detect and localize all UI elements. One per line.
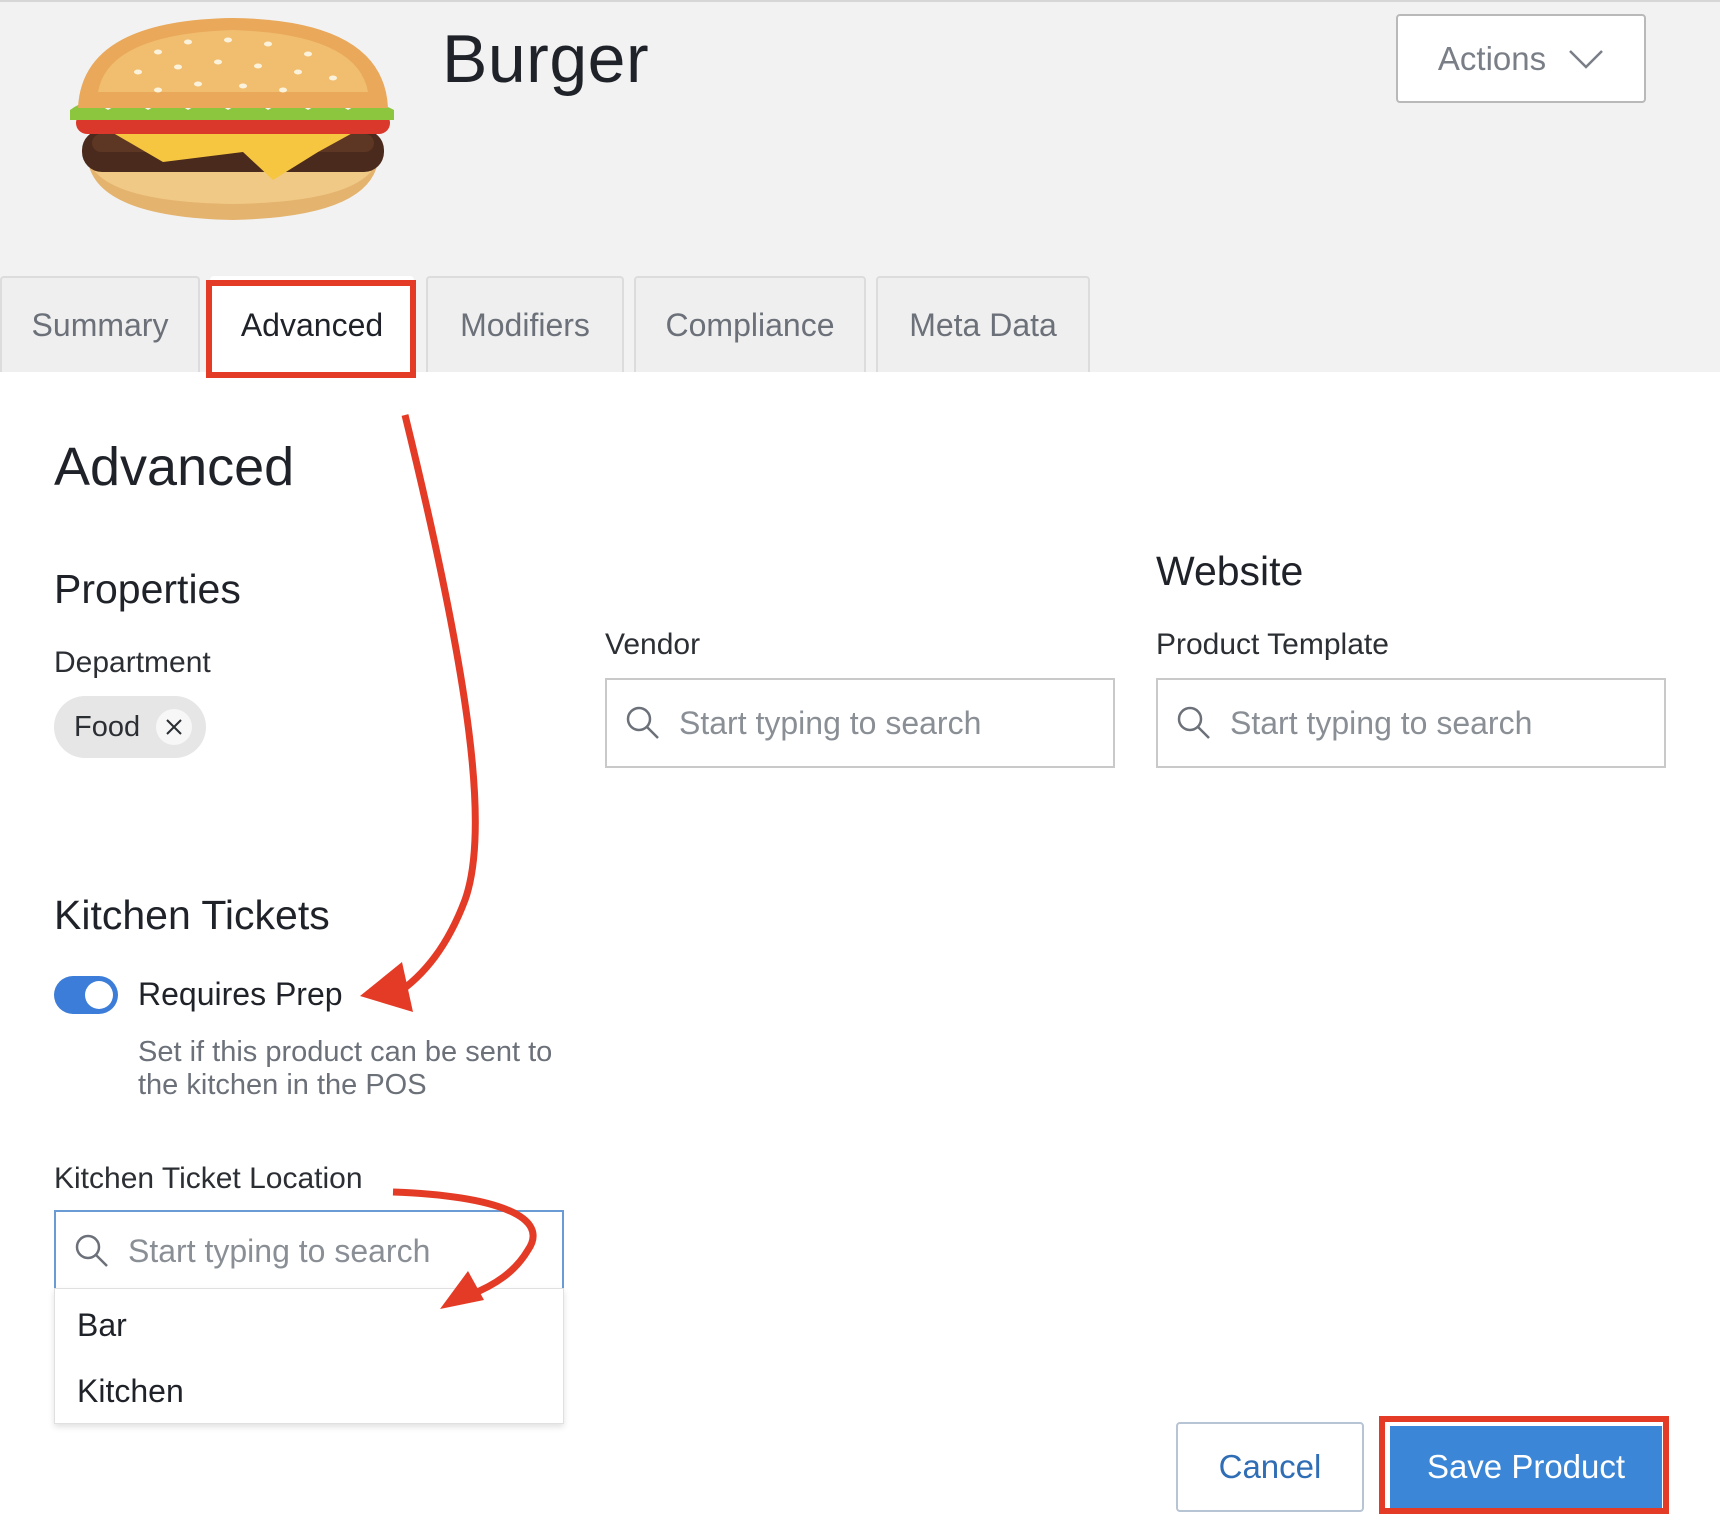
save-product-button[interactable]: Save Product (1390, 1426, 1662, 1508)
properties-heading: Properties (54, 566, 241, 612)
product-image (70, 18, 394, 220)
page-heading: Advanced (54, 437, 295, 497)
tab-advanced[interactable]: Advanced (210, 276, 414, 374)
product-template-search (1156, 678, 1666, 768)
tab-summary[interactable]: Summary (0, 276, 200, 372)
cancel-button[interactable]: Cancel (1176, 1422, 1364, 1512)
annotation-arrowhead-toggle (360, 962, 413, 1012)
chevron-down-icon (1569, 49, 1603, 69)
kitchen-ticket-location-input[interactable] (128, 1232, 519, 1270)
department-chip: Food (54, 696, 206, 758)
requires-prep-help-text: Set if this product can be sent to the k… (138, 1036, 553, 1101)
website-heading: Website (1156, 548, 1304, 594)
tab-meta-data[interactable]: Meta Data (876, 276, 1090, 372)
requires-prep-label: Requires Prep (138, 976, 343, 1012)
department-chip-label: Food (74, 710, 141, 743)
product-template-search-input[interactable] (1230, 704, 1621, 742)
product-template-label: Product Template (1156, 628, 1389, 661)
chip-remove-button[interactable] (156, 709, 192, 745)
kitchen-ticket-location-label: Kitchen Ticket Location (54, 1162, 363, 1195)
close-icon (166, 719, 182, 735)
kitchen-tickets-heading: Kitchen Tickets (54, 892, 330, 938)
actions-button[interactable]: Actions (1396, 14, 1646, 103)
tab-modifiers[interactable]: Modifiers (426, 276, 624, 372)
search-icon (626, 706, 659, 739)
requires-prep-toggle[interactable] (54, 976, 118, 1014)
location-option-bar[interactable]: Bar (77, 1307, 127, 1344)
search-icon (75, 1234, 108, 1267)
actions-label: Actions (1437, 39, 1547, 77)
product-title: Burger (442, 21, 650, 97)
toggle-knob (85, 981, 113, 1009)
vendor-label: Vendor (605, 628, 701, 661)
location-option-kitchen[interactable]: Kitchen (77, 1373, 184, 1410)
location-dropdown: Bar Kitchen (54, 1288, 564, 1424)
annotation-arrow-to-toggle (393, 414, 479, 998)
search-icon (1177, 706, 1210, 739)
vendor-search (605, 678, 1115, 768)
tab-compliance[interactable]: Compliance (634, 276, 866, 372)
department-label: Department (54, 646, 211, 679)
kitchen-ticket-location-search (54, 1210, 564, 1290)
vendor-search-input[interactable] (679, 704, 1070, 742)
